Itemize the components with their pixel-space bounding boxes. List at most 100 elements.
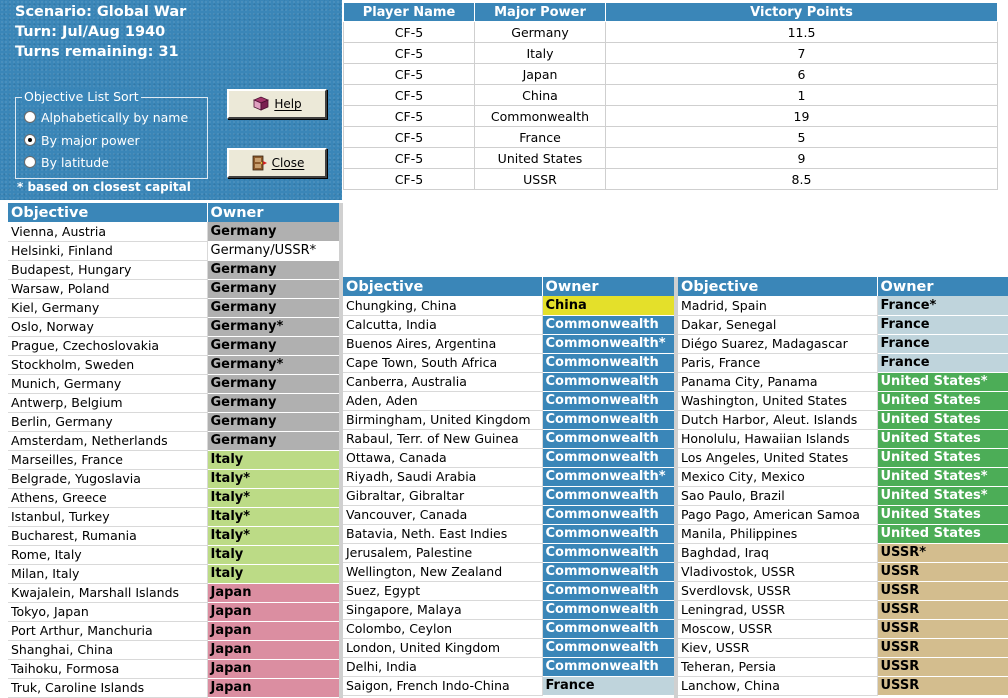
radio-unchecked-icon[interactable] — [24, 111, 36, 123]
objective-row[interactable]: Suez, Egypt Commonwealth — [343, 581, 675, 601]
objective-row[interactable]: Gibraltar, Gibraltar Commonwealth — [343, 486, 675, 506]
objective-row[interactable]: Moscow, USSR USSR — [678, 619, 1008, 639]
objective-row[interactable]: Delhi, India Commonwealth — [343, 657, 675, 677]
owner-cell: Italy* — [207, 526, 340, 546]
objective-row[interactable]: Milan, Italy Italy — [8, 564, 340, 584]
objective-row[interactable]: Vienna, Austria Germany — [8, 222, 340, 242]
objective-row[interactable]: Mexico City, Mexico United States* — [678, 467, 1008, 487]
objective-row[interactable]: Oslo, Norway Germany* — [8, 317, 340, 337]
objective-row[interactable]: Dutch Harbor, Aleut. Islands United State… — [678, 410, 1008, 430]
objective-row[interactable]: Buenos Aires, Argentina Commonwealth* — [343, 334, 675, 354]
column-header-player-name[interactable]: Player Name — [343, 2, 475, 22]
owner-cell: Japan — [207, 602, 340, 622]
objective-row[interactable]: Batavia, Neth. East Indies Commonwealth — [343, 524, 675, 544]
close-button[interactable]: Close — [227, 148, 327, 178]
objective-row[interactable]: Kwajalein, Marshall Islands Japan — [8, 583, 340, 603]
objective-row[interactable]: Athens, Greece Italy* — [8, 488, 340, 508]
objective-row[interactable]: Riyadh, Saudi Arabia Commonwealth* — [343, 467, 675, 487]
objective-row[interactable]: Honolulu, Hawaiian Islands United States — [678, 429, 1008, 449]
objective-row[interactable]: Sverdlovsk, USSR USSR — [678, 581, 1008, 601]
objective-row[interactable]: Tokyo, Japan Japan — [8, 602, 340, 622]
objective-row[interactable]: Dakar, Senegal France — [678, 315, 1008, 335]
objective-row[interactable]: Paris, France France — [678, 353, 1008, 373]
objective-row[interactable]: Antwerp, Belgium Germany — [8, 393, 340, 413]
objective-row[interactable]: Los Angeles, United States United States — [678, 448, 1008, 468]
objective-name: Berlin, Germany — [8, 412, 208, 432]
objective-row[interactable]: Lanchow, China USSR — [678, 676, 1008, 696]
owner-cell: Commonwealth — [542, 448, 675, 468]
objective-row[interactable]: Washington, United States United States — [678, 391, 1008, 411]
objective-row[interactable]: Marseilles, France Italy — [8, 450, 340, 470]
column-header-owner[interactable]: Owner — [877, 277, 1008, 296]
objective-row[interactable]: Canberra, Australia Commonwealth — [343, 372, 675, 392]
objective-row[interactable]: Madrid, Spain France* — [678, 296, 1008, 316]
victory-points-row[interactable]: CF-5 China 1 — [343, 84, 998, 106]
objective-row[interactable]: Taihoku, Formosa Japan — [8, 659, 340, 679]
objective-row[interactable]: Shanghai, China Japan — [8, 640, 340, 660]
objective-row[interactable]: Warsaw, Poland Germany — [8, 279, 340, 299]
column-header-victory-points[interactable]: Victory Points — [605, 2, 998, 22]
objective-row[interactable]: Vancouver, Canada Commonwealth — [343, 505, 675, 525]
sort-option-major-power[interactable]: By major power — [24, 131, 140, 149]
victory-points-row[interactable]: CF-5 France 5 — [343, 126, 998, 148]
owner-cell: United States — [877, 505, 1008, 525]
victory-points-row[interactable]: CF-5 Japan 6 — [343, 63, 998, 85]
radio-unchecked-icon[interactable] — [24, 156, 36, 168]
sort-option-alphabetical[interactable]: Alphabetically by name — [24, 108, 188, 126]
objective-row[interactable]: Kiel, Germany Germany — [8, 298, 340, 318]
objective-row[interactable]: Munich, Germany Germany — [8, 374, 340, 394]
victory-points-row[interactable]: CF-5 Italy 7 — [343, 42, 998, 64]
objective-row[interactable]: Birmingham, United Kingdom Commonwealth — [343, 410, 675, 430]
owner-cell: Germany* — [207, 355, 340, 375]
column-header-objective[interactable]: Objective — [678, 277, 878, 296]
objective-row[interactable]: Kiev, USSR USSR — [678, 638, 1008, 658]
objective-row[interactable]: Amsterdam, Netherlands Germany — [8, 431, 340, 451]
victory-points-row[interactable]: CF-5 USSR 8.5 — [343, 168, 998, 190]
sort-option-latitude[interactable]: By latitude — [24, 153, 109, 171]
objective-row[interactable]: Bucharest, Rumania Italy* — [8, 526, 340, 546]
objective-row[interactable]: Prague, Czechoslovakia Germany — [8, 336, 340, 356]
objective-row[interactable]: Pago Pago, American Samoa United States — [678, 505, 1008, 525]
objective-row[interactable]: Istanbul, Turkey Italy* — [8, 507, 340, 527]
victory-points-row[interactable]: CF-5 United States 9 — [343, 147, 998, 169]
objective-row[interactable]: Aden, Aden Commonwealth — [343, 391, 675, 411]
objective-row[interactable]: Budapest, Hungary Germany — [8, 260, 340, 280]
objective-row[interactable]: Port Arthur, Manchuria Japan — [8, 621, 340, 641]
objective-row[interactable]: Belgrade, Yugoslavia Italy* — [8, 469, 340, 489]
objective-row[interactable]: Truk, Caroline Islands Japan — [8, 678, 340, 698]
column-header-major-power[interactable]: Major Power — [474, 2, 606, 22]
radio-checked-icon[interactable] — [24, 134, 36, 146]
objective-row[interactable]: Sao Paulo, Brazil United States* — [678, 486, 1008, 506]
objective-row[interactable]: Cape Town, South Africa Commonwealth — [343, 353, 675, 373]
objective-row[interactable]: Vladivostok, USSR USSR — [678, 562, 1008, 582]
objective-row[interactable]: Diégo Suarez, Madagascar France — [678, 334, 1008, 354]
column-header-owner[interactable]: Owner — [207, 203, 340, 222]
victory-points-row[interactable]: CF-5 Germany 11.5 — [343, 21, 998, 43]
objective-row[interactable]: Panama City, Panama United States* — [678, 372, 1008, 392]
objective-row[interactable]: Singapore, Malaya Commonwealth — [343, 600, 675, 620]
column-header-objective[interactable]: Objective — [8, 203, 208, 222]
owner-cell: USSR — [877, 600, 1008, 620]
objective-row[interactable]: Berlin, Germany Germany — [8, 412, 340, 432]
owner-cell: Germany — [207, 431, 340, 451]
objective-row[interactable]: Rabaul, Terr. of New Guinea Commonwealth — [343, 429, 675, 449]
objective-row[interactable]: Rome, Italy Italy — [8, 545, 340, 565]
objective-row[interactable]: Wellington, New Zealand Commonwealth — [343, 562, 675, 582]
help-button[interactable]: Help — [227, 89, 327, 119]
objective-row[interactable]: Ottawa, Canada Commonwealth — [343, 448, 675, 468]
objective-row[interactable]: Chungking, China China — [343, 296, 675, 316]
victory-points-row[interactable]: CF-5 Commonwealth 19 — [343, 105, 998, 127]
objective-row[interactable]: Teheran, Persia USSR — [678, 657, 1008, 677]
objective-row[interactable]: Calcutta, India Commonwealth — [343, 315, 675, 335]
objective-row[interactable]: Baghdad, Iraq USSR* — [678, 543, 1008, 563]
objective-row[interactable]: Jerusalem, Palestine Commonwealth — [343, 543, 675, 563]
objective-row[interactable]: Colombo, Ceylon Commonwealth — [343, 619, 675, 639]
objective-row[interactable]: London, United Kingdom Commonwealth — [343, 638, 675, 658]
objective-row[interactable]: Leningrad, USSR USSR — [678, 600, 1008, 620]
column-header-owner[interactable]: Owner — [542, 277, 675, 296]
objective-row[interactable]: Stockholm, Sweden Germany* — [8, 355, 340, 375]
column-header-objective[interactable]: Objective — [343, 277, 543, 296]
objective-row[interactable]: Helsinki, Finland Germany/USSR* — [8, 241, 340, 261]
objective-row[interactable]: Manila, Philippines United States — [678, 524, 1008, 544]
objective-row[interactable]: Saigon, French Indo-China France — [343, 676, 675, 696]
